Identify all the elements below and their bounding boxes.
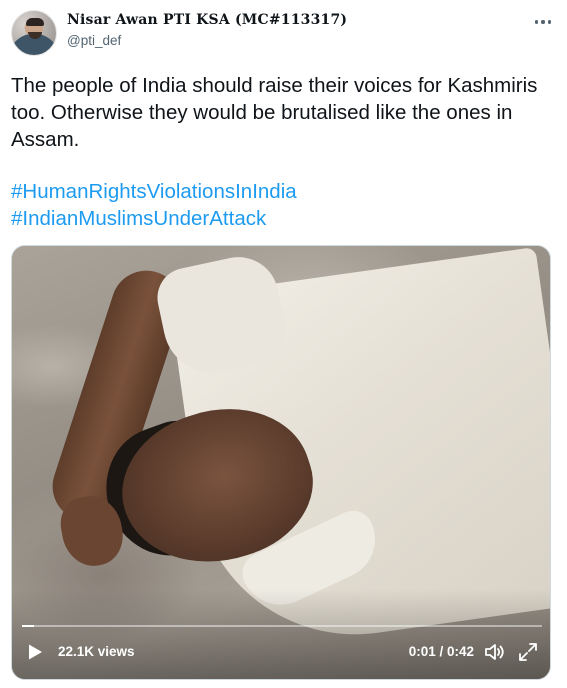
view-count: 22.1K views — [58, 644, 135, 659]
video-player[interactable]: 22.1K views 0:01 / 0:42 — [11, 245, 551, 680]
ellipsis-icon[interactable] — [532, 14, 554, 30]
tweet-text: The people of India should raise their v… — [11, 74, 538, 151]
avatar-beard — [28, 32, 42, 39]
play-icon[interactable] — [26, 643, 44, 661]
avatar[interactable] — [11, 10, 57, 56]
time-display: 0:01 / 0:42 — [408, 644, 474, 659]
volume-icon[interactable] — [484, 642, 506, 662]
author-name[interactable]: Nisar Awan PTI KSA (MC#113317) — [67, 12, 347, 28]
fullscreen-icon[interactable] — [518, 642, 538, 662]
tweet-card: Nisar Awan PTI KSA (MC#113317) @pti_def … — [0, 0, 567, 688]
controls-gradient — [12, 589, 550, 679]
hashtag-link[interactable]: #HumanRightsViolationsInIndia — [11, 178, 297, 205]
video-progress-bar[interactable] — [22, 625, 542, 627]
hashtag-link[interactable]: #IndianMuslimsUnderAttack — [11, 205, 266, 232]
avatar-hair — [26, 18, 44, 26]
author-handle[interactable]: @pti_def — [67, 33, 121, 48]
video-progress-fill — [22, 625, 35, 627]
